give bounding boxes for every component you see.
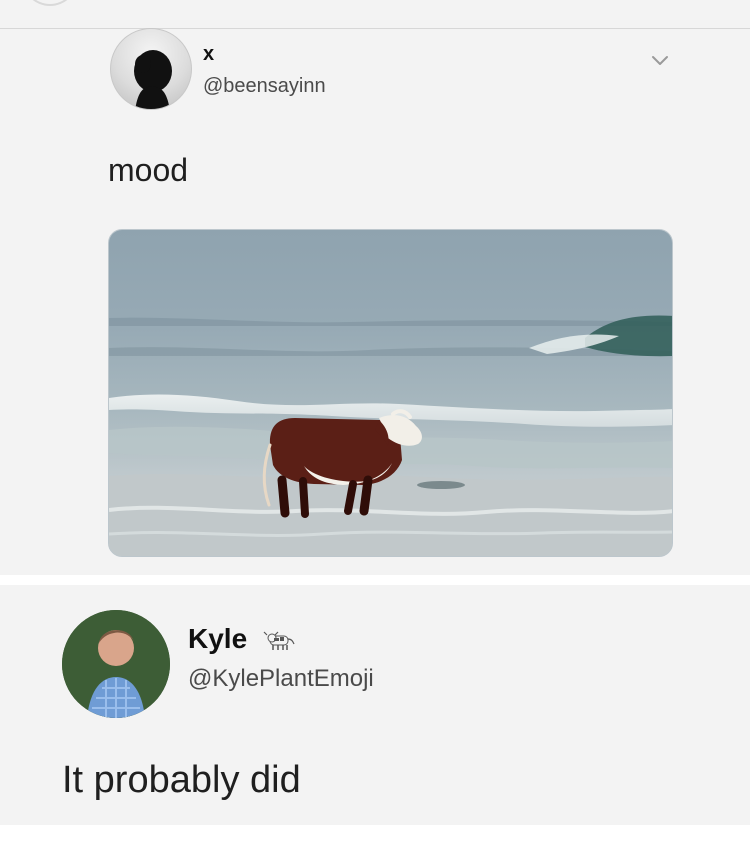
reply-tweet-avatar[interactable]	[62, 610, 170, 718]
first-tweet-display-name[interactable]: x	[203, 43, 214, 66]
first-tweet-card: x @beensayinn mood	[0, 0, 750, 575]
reply-tweet-card: Kyle @KylePlantEmoji It probably did	[0, 585, 750, 825]
cow-in-ocean-image	[109, 230, 672, 556]
reply-tweet-text: It probably did	[62, 759, 301, 801]
page: x @beensayinn mood Kyle @KylePlantEmoji …	[0, 0, 750, 841]
silhouette-avatar-icon	[134, 50, 172, 109]
tweet-media-image[interactable]	[108, 229, 673, 557]
partial-avatar-outline	[22, 0, 78, 6]
cow-emoji-icon	[263, 631, 295, 650]
first-tweet-text: mood	[108, 152, 189, 188]
profile-photo-icon	[62, 610, 170, 718]
chevron-down-icon[interactable]	[651, 54, 669, 66]
reply-tweet-display-name[interactable]: Kyle	[188, 623, 247, 655]
top-divider	[0, 28, 750, 29]
first-tweet-avatar[interactable]	[110, 28, 192, 110]
reply-tweet-handle[interactable]: @KylePlantEmoji	[188, 665, 374, 693]
first-tweet-handle[interactable]: @beensayinn	[203, 75, 326, 98]
